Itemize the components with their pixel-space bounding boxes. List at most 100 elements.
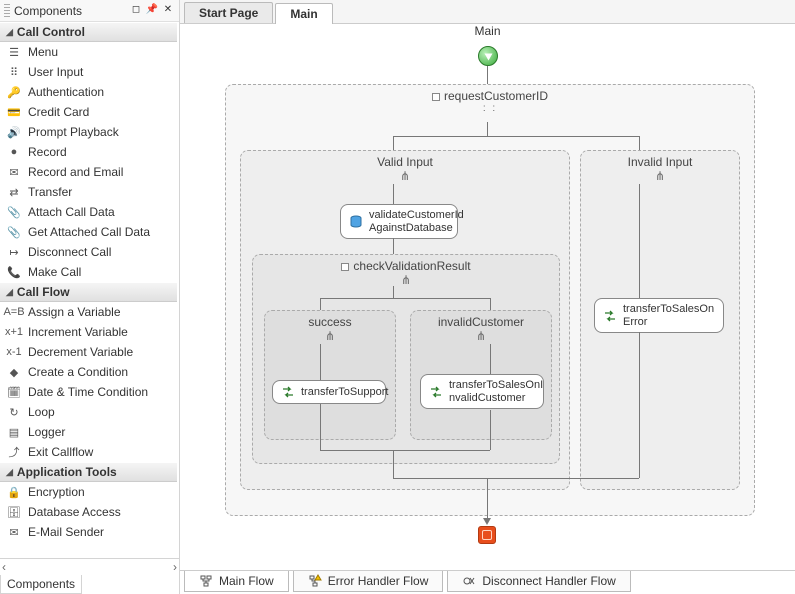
- component-label: Increment Variable: [28, 325, 128, 339]
- component-item[interactable]: 📎Attach Call Data: [0, 202, 177, 222]
- component-item[interactable]: 🔊Prompt Playback: [0, 122, 177, 142]
- speaker-icon: 🔊: [6, 125, 22, 139]
- component-item[interactable]: 🗄Database Access: [0, 502, 177, 522]
- record-icon: ●: [6, 145, 22, 159]
- component-item[interactable]: ●Record: [0, 142, 177, 162]
- component-item[interactable]: ✉E-Mail Sender: [0, 522, 177, 542]
- section-header[interactable]: ◢Application Tools: [0, 462, 177, 482]
- close-icon[interactable]: ✕: [161, 4, 175, 18]
- tab-label: Disconnect Handler Flow: [482, 574, 615, 588]
- component-item[interactable]: ⤴Exit Callflow: [0, 442, 177, 462]
- connector: [639, 332, 640, 478]
- component-item[interactable]: A=BAssign a Variable: [0, 302, 177, 322]
- component-label: Make Call: [28, 265, 81, 279]
- node-transfer-invalid[interactable]: transferToSalesOnI nvalidCustomer: [420, 374, 544, 409]
- component-item[interactable]: 🗓Date & Time Condition: [0, 382, 177, 402]
- component-label: Disconnect Call: [28, 245, 111, 259]
- decrement-icon: x-1: [6, 345, 22, 359]
- document-tabs: Start Page Main: [180, 0, 795, 24]
- exit-icon: ⤴: [6, 445, 22, 459]
- detach-icon[interactable]: ◻: [129, 4, 143, 18]
- component-item[interactable]: ◆Create a Condition: [0, 362, 177, 382]
- flow-icon: [199, 574, 213, 588]
- component-item[interactable]: ↻Loop: [0, 402, 177, 422]
- panel-title: Components: [14, 4, 127, 18]
- component-label: Record and Email: [28, 165, 123, 179]
- increment-icon: x+1: [6, 325, 22, 339]
- fork-icon: ⋔: [411, 329, 551, 343]
- component-label: Get Attached Call Data: [28, 225, 150, 239]
- end-node[interactable]: [478, 526, 496, 544]
- component-item[interactable]: ⇄Transfer: [0, 182, 177, 202]
- transfer-icon: [429, 385, 443, 399]
- component-label: Attach Call Data: [28, 205, 115, 219]
- group-label: invalidCustomer: [438, 315, 524, 329]
- component-item[interactable]: x-1 Decrement Variable: [0, 342, 177, 362]
- component-item[interactable]: ▤Logger: [0, 422, 177, 442]
- connector: [639, 136, 640, 150]
- components-tree[interactable]: ◢ Call Control ☰Menu ⠿ User Input 🔑Authentica…: [0, 22, 179, 558]
- collapse-icon[interactable]: [341, 263, 349, 271]
- section-header[interactable]: ◢ Call Control: [0, 22, 177, 42]
- tab-error-flow[interactable]: Error Handler Flow: [293, 571, 444, 592]
- section-label: Call Control: [17, 25, 85, 39]
- component-item[interactable]: 🔒Encryption: [0, 482, 177, 502]
- connector: [490, 410, 491, 450]
- group-success[interactable]: success ⋔: [264, 310, 396, 440]
- component-item[interactable]: ✉Record and Email: [0, 162, 177, 182]
- condition-icon: ◆: [6, 365, 22, 379]
- transfer-icon: [281, 385, 295, 399]
- collapse-icon[interactable]: ◢: [6, 287, 13, 298]
- collapse-icon[interactable]: [432, 93, 440, 101]
- node-transfer-error[interactable]: transferToSalesOn Error: [594, 298, 724, 333]
- node-label: transferToSalesOnI nvalidCustomer: [449, 379, 543, 404]
- connector: [393, 478, 639, 479]
- pin-icon[interactable]: 📌: [145, 4, 159, 18]
- tab-label: Error Handler Flow: [328, 574, 429, 588]
- group-label: Invalid Input: [628, 155, 693, 169]
- disconnect-icon: ↦: [6, 245, 22, 259]
- connector: [393, 136, 639, 137]
- component-label: Menu: [28, 45, 58, 59]
- collapse-icon[interactable]: ◢: [6, 27, 13, 38]
- component-item[interactable]: ☰Menu: [0, 42, 177, 62]
- component-item[interactable]: 💳Credit Card: [0, 102, 177, 122]
- connector: [393, 238, 394, 254]
- component-label: Decrement Variable: [28, 345, 133, 359]
- tab-start-page[interactable]: Start Page: [184, 2, 273, 23]
- tab-main[interactable]: Main: [275, 3, 332, 24]
- component-item[interactable]: ↦ Disconnect Call: [0, 242, 177, 262]
- disconnect-icon: [462, 574, 476, 588]
- component-item[interactable]: ⠿ User Input: [0, 62, 177, 82]
- component-item[interactable]: 📞Make Call: [0, 262, 177, 282]
- start-node[interactable]: [478, 46, 498, 66]
- node-validate-customer[interactable]: validateCustomerId AgainstDatabase: [340, 204, 458, 239]
- component-item[interactable]: 📎 Get Attached Call Data: [0, 222, 177, 242]
- component-label: User Input: [28, 65, 83, 79]
- section-label: Call Flow: [17, 285, 70, 299]
- component-label: Assign a Variable: [28, 305, 121, 319]
- node-transfer-support[interactable]: transferToSupport: [272, 380, 386, 404]
- collapse-icon[interactable]: ◢: [6, 467, 13, 478]
- bottom-tab-components[interactable]: Components: [0, 575, 82, 594]
- section-header[interactable]: ◢ Call Flow: [0, 282, 177, 302]
- tab-disconnect-flow[interactable]: Disconnect Handler Flow: [447, 571, 630, 592]
- group-label: Valid Input: [377, 155, 433, 169]
- flow-warning-icon: [308, 574, 322, 588]
- diagram-canvas[interactable]: Main requestCustomerID : : Valid Input ⋔: [180, 24, 795, 570]
- connector: [490, 298, 491, 310]
- horizontal-scrollbar[interactable]: ‹›: [0, 559, 179, 575]
- node-label: transferToSalesOn Error: [623, 303, 714, 328]
- get-attached-icon: 📎: [6, 225, 22, 239]
- component-item[interactable]: 🔑Authentication: [0, 82, 177, 102]
- connector: [490, 344, 491, 374]
- logger-icon: ▤: [6, 425, 22, 439]
- grip-icon[interactable]: [4, 4, 10, 18]
- tab-main-flow[interactable]: Main Flow: [184, 571, 289, 592]
- diagram-title: Main: [474, 24, 500, 38]
- database-icon: 🗄: [6, 505, 22, 519]
- connector: [320, 298, 490, 299]
- connector: [393, 136, 394, 150]
- component-item[interactable]: x+1 Increment Variable: [0, 322, 177, 342]
- user-input-icon: ⠿: [6, 65, 22, 79]
